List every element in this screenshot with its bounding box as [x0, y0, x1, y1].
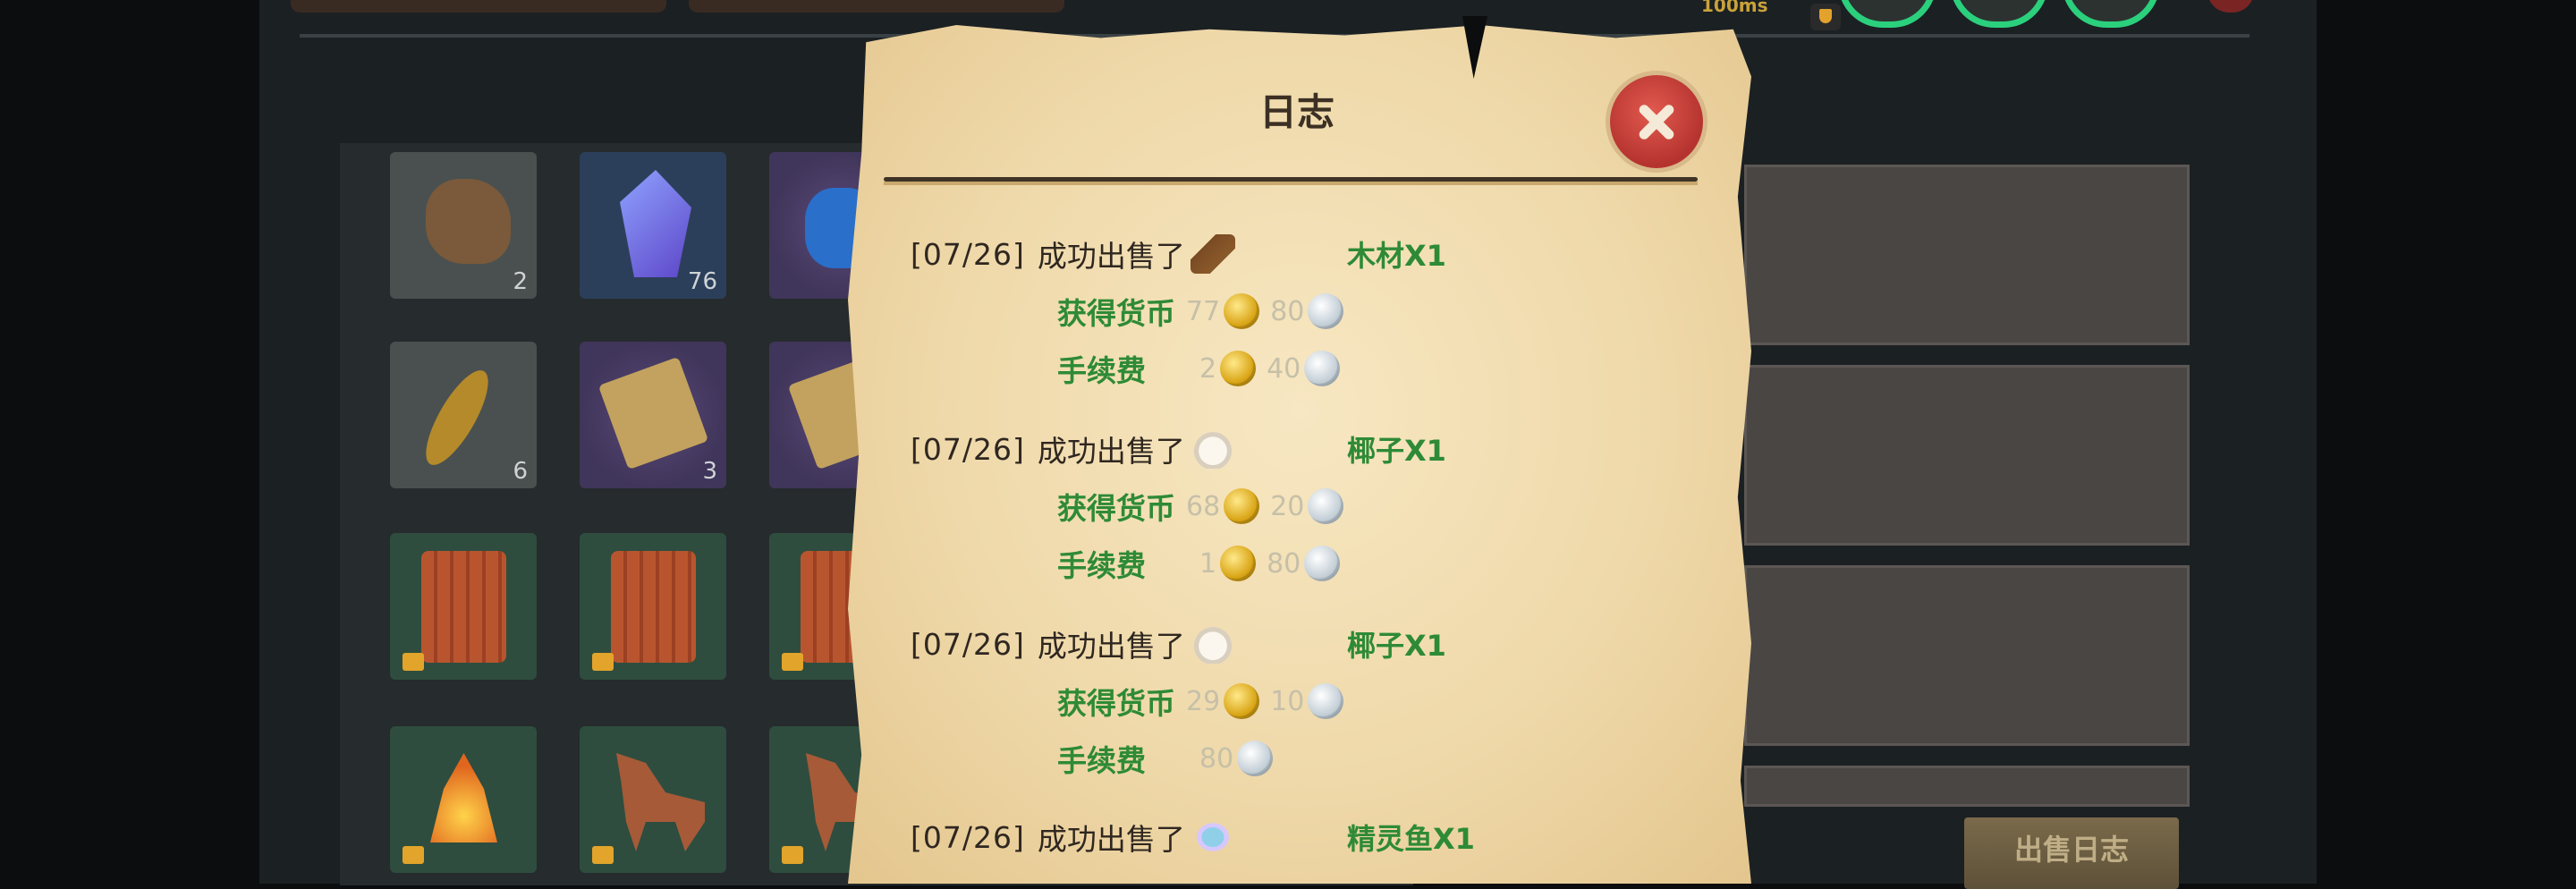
chest-icon — [611, 551, 696, 663]
inventory-slot[interactable] — [580, 726, 726, 873]
item-count: 76 — [687, 268, 717, 295]
sale-line: [07/26] 成功出售了 椰子X1 — [911, 619, 1698, 669]
gold-coin-icon — [1220, 351, 1257, 386]
income-line: 获得货币 29 10 — [1057, 676, 1344, 726]
item-count: 2 — [513, 268, 528, 295]
gold-amount: 2 — [1199, 352, 1217, 385]
ping-readout: 100ms — [1701, 0, 1768, 16]
entry-date: [07/26] — [911, 431, 1025, 467]
silver-coin-icon — [1308, 293, 1344, 329]
gold-coin-icon — [1224, 293, 1260, 329]
income-line: 获得货币 68 20 — [1057, 481, 1344, 531]
gold-coin-icon — [1224, 488, 1260, 524]
dialog-title: 日志 — [1258, 90, 1335, 134]
top-tab[interactable] — [291, 0, 666, 13]
scroll-icon — [597, 356, 709, 470]
fee-line: 手续费 1 80 — [1057, 538, 1341, 588]
entry-date: [07/26] — [911, 626, 1025, 662]
gold-coin-icon — [1224, 683, 1260, 719]
coconut-icon — [1190, 624, 1235, 664]
sale-slot[interactable] — [1744, 565, 2190, 746]
lock-icon — [782, 846, 803, 864]
lock-icon — [402, 846, 424, 864]
inventory-slot[interactable]: 76 — [580, 152, 726, 299]
entry-action: 成功出售了 — [1037, 822, 1185, 857]
item-count: 3 — [702, 458, 717, 485]
horse-icon — [616, 753, 705, 851]
silver-coin-icon — [1304, 546, 1341, 581]
silver-coin-icon — [1308, 488, 1344, 524]
inventory-slot[interactable] — [390, 533, 537, 680]
income-line: 获得货币 77 80 — [1057, 286, 1344, 336]
silver-amount: 80 — [1199, 742, 1234, 775]
income-label: 获得货币 — [1057, 686, 1175, 721]
silver-amount: 80 — [1267, 547, 1301, 580]
fee-label: 手续费 — [1057, 743, 1146, 778]
inventory-slot[interactable]: 6 — [390, 342, 537, 488]
gold-coin-icon — [1220, 546, 1257, 581]
lock-icon — [782, 653, 803, 671]
inventory-slot[interactable] — [580, 533, 726, 680]
gold-amount: 68 — [1186, 490, 1221, 522]
sale-slot[interactable] — [1744, 365, 2190, 546]
entry-action: 成功出售了 — [1037, 434, 1185, 469]
income-label: 获得货币 — [1057, 296, 1175, 331]
inventory-slot[interactable] — [390, 726, 537, 873]
silver-coin-icon — [1304, 351, 1341, 386]
inventory-slot[interactable]: 2 — [390, 152, 537, 299]
sale-line: [07/26] 成功出售了 木材X1 — [911, 229, 1698, 279]
silver-amount: 20 — [1270, 490, 1305, 522]
fee-label: 手续费 — [1057, 353, 1146, 388]
silver-coin-icon — [1308, 683, 1344, 719]
lock-icon — [402, 653, 424, 671]
coconut-icon — [1190, 429, 1235, 469]
entry-action: 成功出售了 — [1037, 629, 1185, 664]
entry-date: [07/26] — [911, 819, 1025, 855]
inventory-slot[interactable]: 3 — [580, 342, 726, 488]
lock-icon — [592, 846, 614, 864]
silver-coin-icon — [1237, 741, 1274, 776]
log-entry: [07/26] 成功出售了 椰子X1 获得货币 68 20 手续费 1 80 — [911, 420, 1698, 617]
entry-item: 椰子X1 — [1347, 629, 1446, 663]
chest-icon — [421, 551, 506, 663]
fee-line: 手续费 2 40 — [1057, 343, 1341, 394]
item-count: 6 — [513, 458, 528, 485]
log-entry: [07/26] 成功出售了 椰子X1 获得货币 29 10 手续费 80 — [911, 615, 1698, 812]
fish-icon — [1190, 817, 1235, 857]
feather-icon — [414, 362, 500, 473]
entry-action: 成功出售了 — [1037, 239, 1185, 274]
entry-item: 精灵鱼X1 — [1347, 822, 1475, 856]
silver-amount: 10 — [1270, 685, 1305, 717]
gold-amount: 1 — [1199, 547, 1217, 580]
top-tab[interactable] — [689, 0, 1064, 13]
ore-icon — [426, 179, 511, 264]
gold-amount: 29 — [1186, 685, 1221, 717]
crystal-icon — [620, 170, 691, 277]
entry-item: 木材X1 — [1347, 239, 1446, 273]
title-divider-shade — [884, 182, 1698, 185]
sell-log-button[interactable]: 出售日志 — [1964, 817, 2179, 889]
silver-amount: 40 — [1267, 352, 1301, 385]
shield-icon — [1810, 4, 1841, 30]
sale-line: [07/26] 成功出售了 椰子X1 — [911, 424, 1698, 474]
income-label: 获得货币 — [1057, 491, 1175, 526]
sale-slot[interactable] — [1744, 165, 2190, 345]
log-entry: [07/26] 成功出售了 木材X1 获得货币 77 80 手续费 2 40 — [911, 225, 1698, 422]
entry-date: [07/26] — [911, 236, 1025, 272]
fee-line: 手续费 80 — [1057, 733, 1274, 783]
sale-slot[interactable] — [1744, 766, 2190, 807]
silver-amount: 80 — [1270, 295, 1305, 327]
campfire-icon — [430, 753, 497, 842]
sale-line: [07/26] 成功出售了 精灵鱼X1 — [911, 812, 1698, 862]
lock-icon — [592, 653, 614, 671]
wood-icon — [1190, 234, 1235, 274]
entry-item: 椰子X1 — [1347, 434, 1446, 468]
close-button[interactable] — [1610, 75, 1703, 168]
fee-label: 手续费 — [1057, 548, 1146, 583]
gold-amount: 77 — [1186, 295, 1221, 327]
log-entry: [07/26] 成功出售了 精灵鱼X1 — [911, 809, 1698, 862]
